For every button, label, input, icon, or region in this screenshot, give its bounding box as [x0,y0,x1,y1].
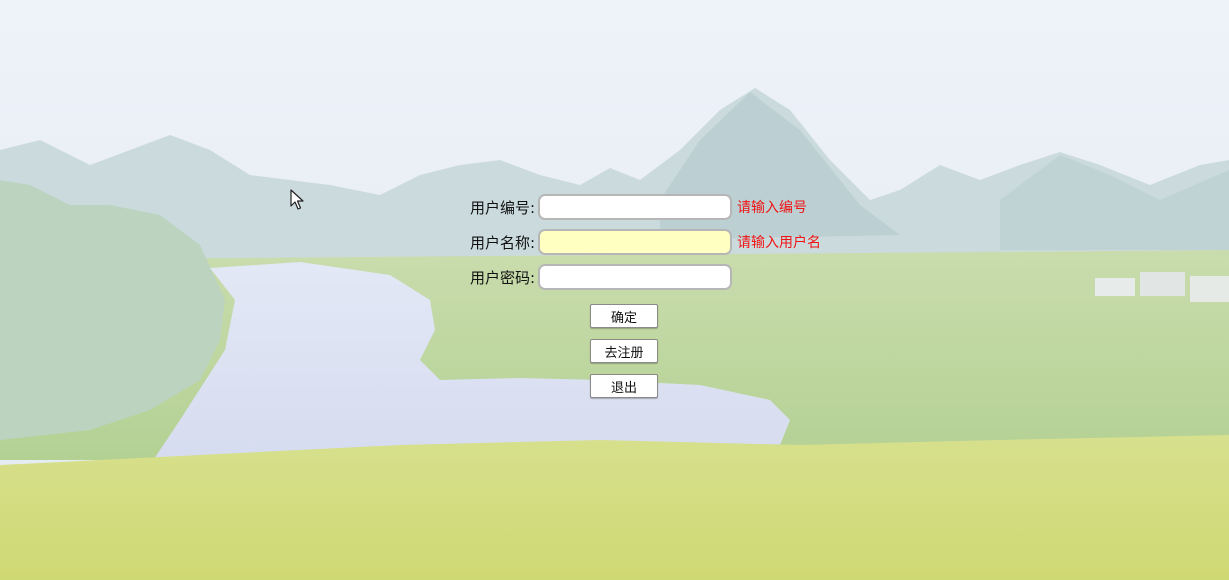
mouse-pointer-icon [290,189,304,210]
exit-button[interactable]: 退出 [590,374,658,398]
password-input[interactable] [538,264,732,290]
user-id-input[interactable] [538,194,732,220]
username-row: 用户名称: 请输入用户名 [460,229,821,255]
username-label: 用户名称: [469,233,535,252]
username-input[interactable] [538,229,732,255]
user-id-error: 请输入编号 [737,200,807,216]
password-label: 用户密码: [469,268,535,287]
confirm-button[interactable]: 确定 [590,304,658,328]
user-id-label: 用户编号: [469,198,535,217]
user-id-row: 用户编号: 请输入编号 [460,194,807,220]
password-row: 用户密码: [460,264,732,290]
login-form: 用户编号: 请输入编号 用户名称: 请输入用户名 用户密码: 确定 去注册 退出 [0,0,1229,580]
username-error: 请输入用户名 [737,235,821,251]
register-button[interactable]: 去注册 [590,339,658,363]
